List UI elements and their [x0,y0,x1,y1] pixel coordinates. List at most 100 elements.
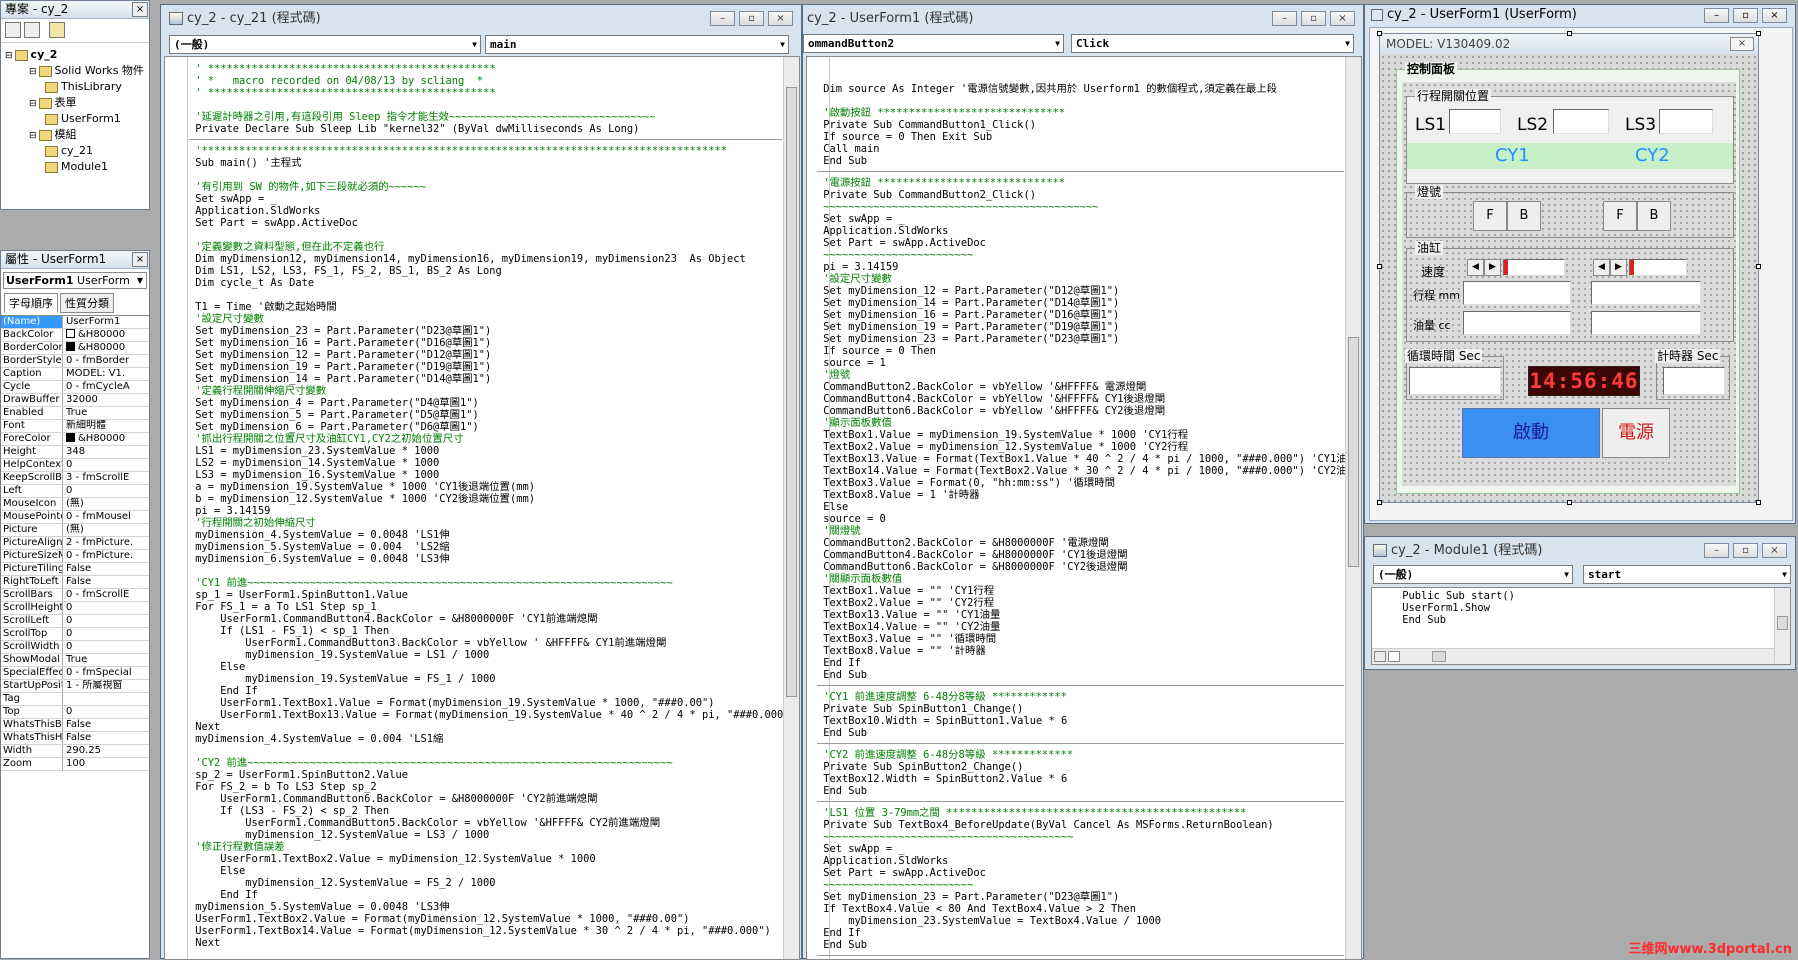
property-row[interactable]: WhatsThisHelpFalse [1,732,149,745]
cycle-time-frame[interactable]: 循環時間 Sec [1405,349,1504,400]
switch-position-frame[interactable]: 行程開關位置 LS1 LS2 LS3 CY1 CY2 [1406,89,1734,184]
property-value[interactable]: 32000 [63,394,149,406]
property-value[interactable]: &H80000 [63,342,149,354]
procedure-combo[interactable]: Click [1071,34,1354,53]
procedure-view-icon[interactable] [1374,651,1386,662]
close-button[interactable]: × [768,11,793,26]
timer-frame[interactable]: 計時器 Sec [1655,349,1730,400]
property-value[interactable]: 新細明體 [63,420,149,432]
cycle-time-textbox[interactable] [1409,367,1501,395]
property-value[interactable]: 2 - fmPicture. [63,537,149,549]
cy1-speed-bar[interactable] [1503,259,1565,276]
resize-handle[interactable] [1756,500,1761,505]
tree-item[interactable]: ThisLibrary [3,79,147,95]
minimize-button[interactable]: – [1704,543,1729,558]
resize-handle[interactable] [1756,31,1761,36]
view-code-icon[interactable] [5,22,21,38]
property-row[interactable]: Font 新細明體 [1,420,149,433]
userform[interactable]: MODEL: V130409.02 × 控制面板 行程開關位置 LS1 LS2 … [1377,31,1761,505]
property-row[interactable]: WhatsThisButtFalse [1,719,149,732]
power-button[interactable]: 電源 [1602,408,1670,458]
close-button[interactable]: × [132,252,148,267]
property-row[interactable]: Height 348 [1,446,149,459]
property-value[interactable]: False [63,719,149,731]
property-row[interactable]: ScrollBars 0 - fmScrollE [1,589,149,602]
property-row[interactable]: BorderStyle 0 - fmBorder [1,355,149,368]
horizontal-scrollbar[interactable] [1372,648,1774,664]
property-value[interactable]: False [63,576,149,588]
property-value[interactable]: 0 [63,641,149,653]
cy2-speed-spin[interactable]: ◀ ▶ [1593,259,1627,276]
maximize-button[interactable]: ▫ [1301,11,1326,26]
property-row[interactable]: StartUpPosition1 - 所屬視窗 [1,680,149,693]
property-value[interactable]: True [63,654,149,666]
property-row[interactable]: DrawBuffer 32000 [1,394,149,407]
close-button[interactable]: × [1330,11,1355,26]
property-value[interactable]: MODEL: V1. [63,368,149,380]
tree-item[interactable]: ⊟ Solid Works 物件 [3,63,147,79]
ls2-textbox[interactable] [1553,109,1609,134]
property-row[interactable]: Left 0 [1,485,149,498]
vertical-scrollbar[interactable] [783,57,799,959]
cy1-speed-spin[interactable]: ◀ ▶ [1467,259,1501,276]
property-row[interactable]: BorderColor &H80000 [1,342,149,355]
cy1-oil-textbox[interactable] [1463,311,1571,335]
left-arrow-icon[interactable]: ◀ [1467,259,1484,276]
property-value[interactable]: 0 - fmScrollE [63,589,149,601]
module-view-icon[interactable] [1388,651,1400,662]
property-row[interactable]: PictureTiling False [1,563,149,576]
minimize-button[interactable]: – [1704,8,1729,23]
view-object-icon[interactable] [24,22,40,38]
cy2-oil-textbox[interactable] [1591,311,1701,335]
tree-item[interactable]: ⊟ 表單 [3,95,147,111]
property-value[interactable]: (無) [63,498,149,510]
cy2-speed-bar[interactable] [1629,259,1687,276]
property-value[interactable]: 0 [63,615,149,627]
property-value[interactable]: 1 - 所屬視窗 [63,680,149,692]
property-value[interactable]: True [63,407,149,419]
cy1-backward-indicator[interactable]: B [1507,201,1541,231]
cy1-forward-indicator[interactable]: F [1473,201,1507,231]
expand-icon[interactable]: ⊟ [29,99,37,109]
scroll-thumb[interactable] [1348,337,1359,567]
maximize-button[interactable]: ▫ [739,11,764,26]
scroll-thumb[interactable] [786,87,797,697]
object-combo[interactable]: (一般) [169,35,481,54]
property-value[interactable]: &H80000 [63,433,149,445]
property-value[interactable]: 0 [63,602,149,614]
property-value[interactable]: &H80000 [63,329,149,341]
property-value[interactable]: 100 [63,758,149,770]
property-value[interactable]: UserForm1 [63,316,149,328]
code-editor[interactable]: Dim source As Integer '電源信號變數,因共用於 Userf… [806,56,1362,960]
maximize-button[interactable]: ▫ [1733,8,1758,23]
property-value[interactable]: 0 [63,628,149,640]
indicator-frame[interactable]: 燈號 F B F B [1406,185,1734,238]
property-row[interactable]: Tag [1,693,149,706]
close-button[interactable]: × [1762,543,1787,558]
tree-item[interactable]: cy_21 [3,143,147,159]
property-value[interactable]: 0 - fmPicture. [63,550,149,562]
property-row[interactable]: ScrollHeight 0 [1,602,149,615]
property-row[interactable]: Top 0 [1,706,149,719]
property-row[interactable]: MouseIcon (無) [1,498,149,511]
toggle-folders-icon[interactable] [49,22,65,38]
property-row[interactable]: BackColor &H80000 [1,329,149,342]
property-value[interactable] [63,693,149,705]
property-row[interactable]: ShowModal True [1,654,149,667]
vertical-scrollbar[interactable] [1345,57,1361,959]
property-value[interactable]: 0 [63,485,149,497]
object-combo[interactable]: ommandButton2 [803,34,1064,53]
close-button[interactable]: × [132,2,148,17]
property-value[interactable]: (無) [63,524,149,536]
expand-icon[interactable]: ⊟ [29,67,37,77]
resize-handle[interactable] [1377,500,1382,505]
property-value[interactable]: 0 - fmBorder [63,355,149,367]
resize-handle[interactable] [1377,264,1382,269]
property-value[interactable]: 0 - fmCycleA [63,381,149,393]
resize-handle[interactable] [1756,264,1761,269]
cy2-stroke-textbox[interactable] [1591,281,1701,305]
collapse-icon[interactable]: ⊟ [5,51,13,61]
code-editor[interactable]: ' **************************************… [164,56,800,960]
start-button[interactable]: 啟動 [1462,408,1600,458]
property-row[interactable]: Caption MODEL: V1. [1,368,149,381]
